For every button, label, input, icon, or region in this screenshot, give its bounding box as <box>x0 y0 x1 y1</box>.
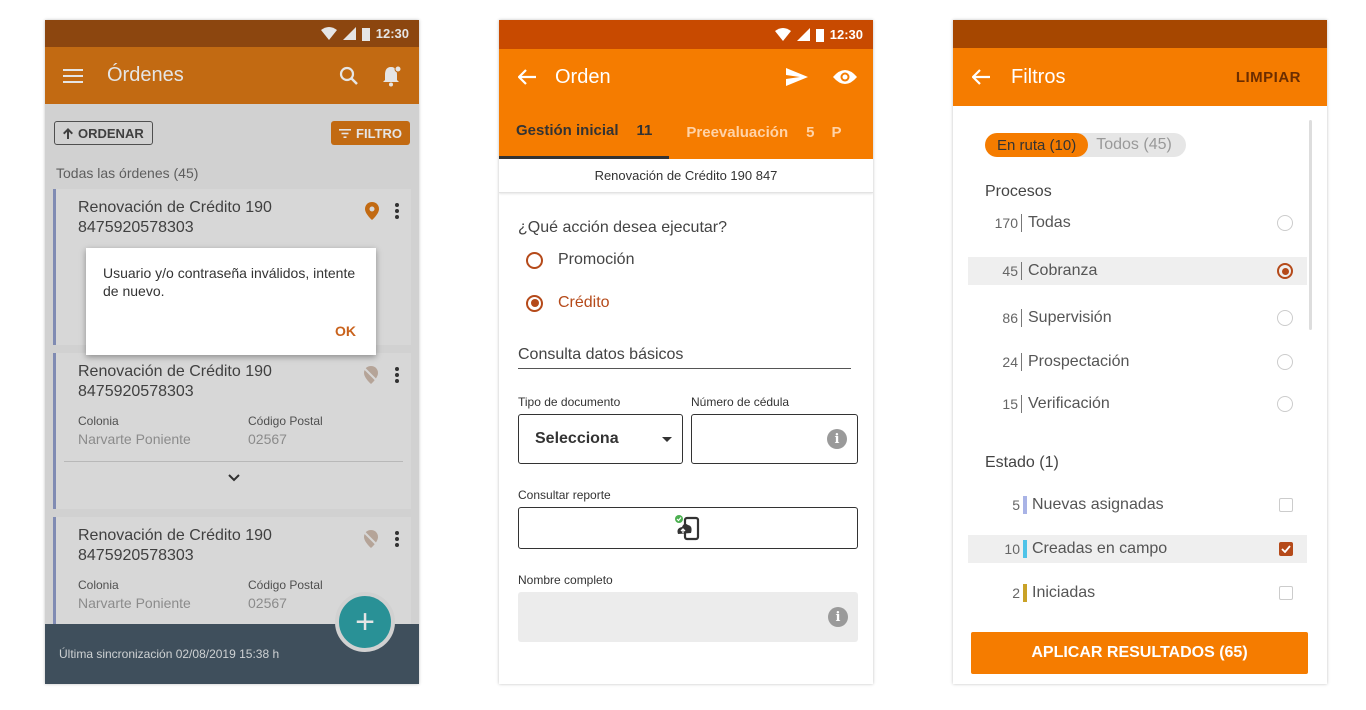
info-icon[interactable]: i <box>827 429 847 449</box>
filters-screen: Filtros LIMPIAR En ruta (10) Todos (45) … <box>953 20 1327 684</box>
section-basic-data-title: Consulta datos básicos <box>518 346 851 369</box>
radio-selected[interactable] <box>526 294 543 312</box>
cedula-label: Número de cédula <box>691 395 790 409</box>
estado-count: 5 <box>1012 497 1020 513</box>
tab-preevaluacion[interactable]: Preevaluación 5 <box>669 105 831 159</box>
order-detail-screen: 12:30 Orden Gestión inicial 11 Preevalua… <box>499 20 873 684</box>
option-credito[interactable]: Crédito <box>499 294 873 312</box>
proceso-label: Cobranza <box>1028 262 1098 279</box>
status-bar: 12:30 <box>499 20 873 49</box>
toggle-en-ruta[interactable]: En ruta (10) <box>985 133 1089 157</box>
tab-count: 11 <box>636 122 653 139</box>
estado-title: Estado (1) <box>985 454 1059 471</box>
proceso-row-cobranza[interactable]: 45 Cobranza <box>968 257 1307 285</box>
proceso-label: Todas <box>1028 214 1071 231</box>
error-dialog: Usuario y/o contraseña inválidos, intent… <box>86 248 376 355</box>
option-label: Promoción <box>558 251 635 268</box>
back-arrow-icon[interactable] <box>967 63 995 91</box>
eye-icon[interactable] <box>831 63 859 91</box>
fullname-input: i <box>518 592 858 642</box>
status-color-bar <box>1023 540 1027 558</box>
estado-label: Iniciadas <box>1032 584 1096 601</box>
doc-type-label: Tipo de documento <box>518 395 621 409</box>
estado-row-iniciadas[interactable]: 2 Iniciadas <box>968 579 1307 607</box>
option-label: Crédito <box>558 294 610 311</box>
status-bar <box>953 20 1327 48</box>
app-bar: Orden <box>499 49 873 105</box>
check-icon <box>1281 545 1291 553</box>
estado-row-creadas[interactable]: 10 Creadas en campo <box>968 535 1307 563</box>
estado-label: Nuevas asignadas <box>1032 496 1164 513</box>
proceso-count: 15 <box>1002 396 1018 412</box>
proceso-row-todas[interactable]: 170 Todas <box>968 209 1307 237</box>
cedula-input[interactable]: i <box>691 414 858 464</box>
proceso-label: Supervisión <box>1028 309 1112 326</box>
status-color-bar <box>1023 584 1027 602</box>
checkbox-checked[interactable] <box>1279 542 1293 556</box>
tab-label: Preevaluación <box>686 123 789 141</box>
checkbox-unchecked[interactable] <box>1279 586 1293 600</box>
action-question: ¿Qué acción desea ejecutar? <box>518 219 728 236</box>
radio-unselected[interactable] <box>526 251 543 269</box>
scrollbar[interactable] <box>1309 120 1312 330</box>
procesos-title: Procesos <box>985 183 1052 200</box>
consult-report-button[interactable] <box>518 507 858 549</box>
proceso-count: 86 <box>1002 310 1018 326</box>
estado-row-nuevas[interactable]: 5 Nuevas asignadas <box>968 491 1307 519</box>
tab-bar: Gestión inicial 11 Preevaluación 5 P <box>499 105 873 159</box>
app-bar: Filtros LIMPIAR <box>953 48 1327 106</box>
status-color-bar <box>1023 496 1027 514</box>
doc-type-value: Selecciona <box>535 430 619 447</box>
dialog-ok-button[interactable]: OK <box>335 323 356 339</box>
page-title: Orden <box>555 65 611 88</box>
back-arrow-icon[interactable] <box>513 63 541 91</box>
cloud-device-check-icon <box>675 515 700 541</box>
radio-unselected[interactable] <box>1277 354 1293 370</box>
tab-next-partial[interactable]: P <box>831 105 858 159</box>
checkbox-unchecked[interactable] <box>1279 498 1293 512</box>
radio-unselected[interactable] <box>1277 396 1293 412</box>
fullname-label: Nombre completo <box>518 573 613 587</box>
doc-type-select[interactable]: Selecciona <box>518 414 683 464</box>
route-toggle: En ruta (10) Todos (45) <box>985 133 1327 157</box>
radio-unselected[interactable] <box>1277 310 1293 326</box>
order-subtitle: Renovación de Crédito 190 847 <box>499 159 873 193</box>
toggle-todos[interactable]: Todos (45) <box>1078 133 1186 157</box>
estado-label: Creadas en campo <box>1032 540 1168 557</box>
wifi-icon <box>774 28 791 41</box>
proceso-label: Verificación <box>1028 395 1110 412</box>
radio-selected[interactable] <box>1277 263 1293 279</box>
estado-count: 10 <box>1004 541 1020 557</box>
proceso-row-prospectacion[interactable]: 24 Prospectación <box>968 348 1307 376</box>
status-time: 12:30 <box>829 27 863 42</box>
clear-filters-button[interactable]: LIMPIAR <box>1236 69 1301 86</box>
proceso-count: 170 <box>994 215 1018 231</box>
dropdown-arrow-icon <box>662 436 672 442</box>
tab-label: P <box>831 123 842 141</box>
battery-icon <box>815 28 824 42</box>
option-promocion[interactable]: Promoción <box>499 251 873 269</box>
proceso-count: 24 <box>1002 354 1018 370</box>
report-label: Consultar reporte <box>518 488 611 502</box>
proceso-label: Prospectación <box>1028 353 1130 370</box>
radio-unselected[interactable] <box>1277 215 1293 231</box>
tab-gestion-inicial[interactable]: Gestión inicial 11 <box>499 105 670 159</box>
tab-count: 5 <box>806 123 815 141</box>
page-title: Filtros <box>1011 65 1066 88</box>
orders-screen: 12:30 Órdenes ORDENAR FILTRO Todas las ó… <box>45 20 419 684</box>
dialog-message: Usuario y/o contraseña inválidos, intent… <box>103 265 356 299</box>
info-icon[interactable]: i <box>828 607 848 627</box>
tab-label: Gestión inicial <box>516 122 619 139</box>
proceso-row-verificacion[interactable]: 15 Verificación <box>968 390 1307 418</box>
signal-icon <box>796 28 810 41</box>
estado-count: 2 <box>1012 585 1020 601</box>
proceso-count: 45 <box>1002 263 1018 279</box>
send-icon[interactable] <box>783 63 811 91</box>
proceso-row-supervision[interactable]: 86 Supervisión <box>968 304 1307 332</box>
apply-results-button[interactable]: APLICAR RESULTADOS (65) <box>971 632 1308 674</box>
